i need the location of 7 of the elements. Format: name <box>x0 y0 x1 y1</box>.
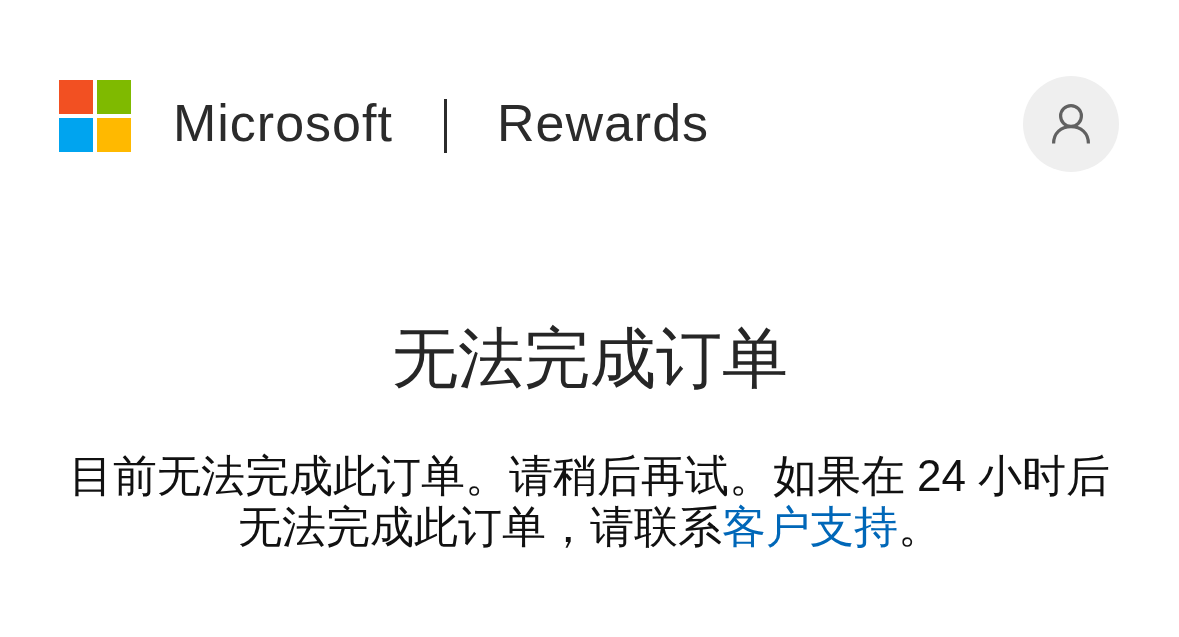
brand-name: Microsoft <box>173 97 393 149</box>
product-name: Rewards <box>496 97 710 149</box>
person-icon <box>1052 104 1090 144</box>
error-title: 无法完成订单 <box>391 320 788 397</box>
four-squares-logo <box>59 80 131 152</box>
error-message: 目前无法完成此订单。请稍后再试。如果在 24 小时后无法完成此订单，请联系客户支持。 <box>67 450 1112 552</box>
customer-support-link[interactable]: 客户支持 <box>721 502 898 551</box>
